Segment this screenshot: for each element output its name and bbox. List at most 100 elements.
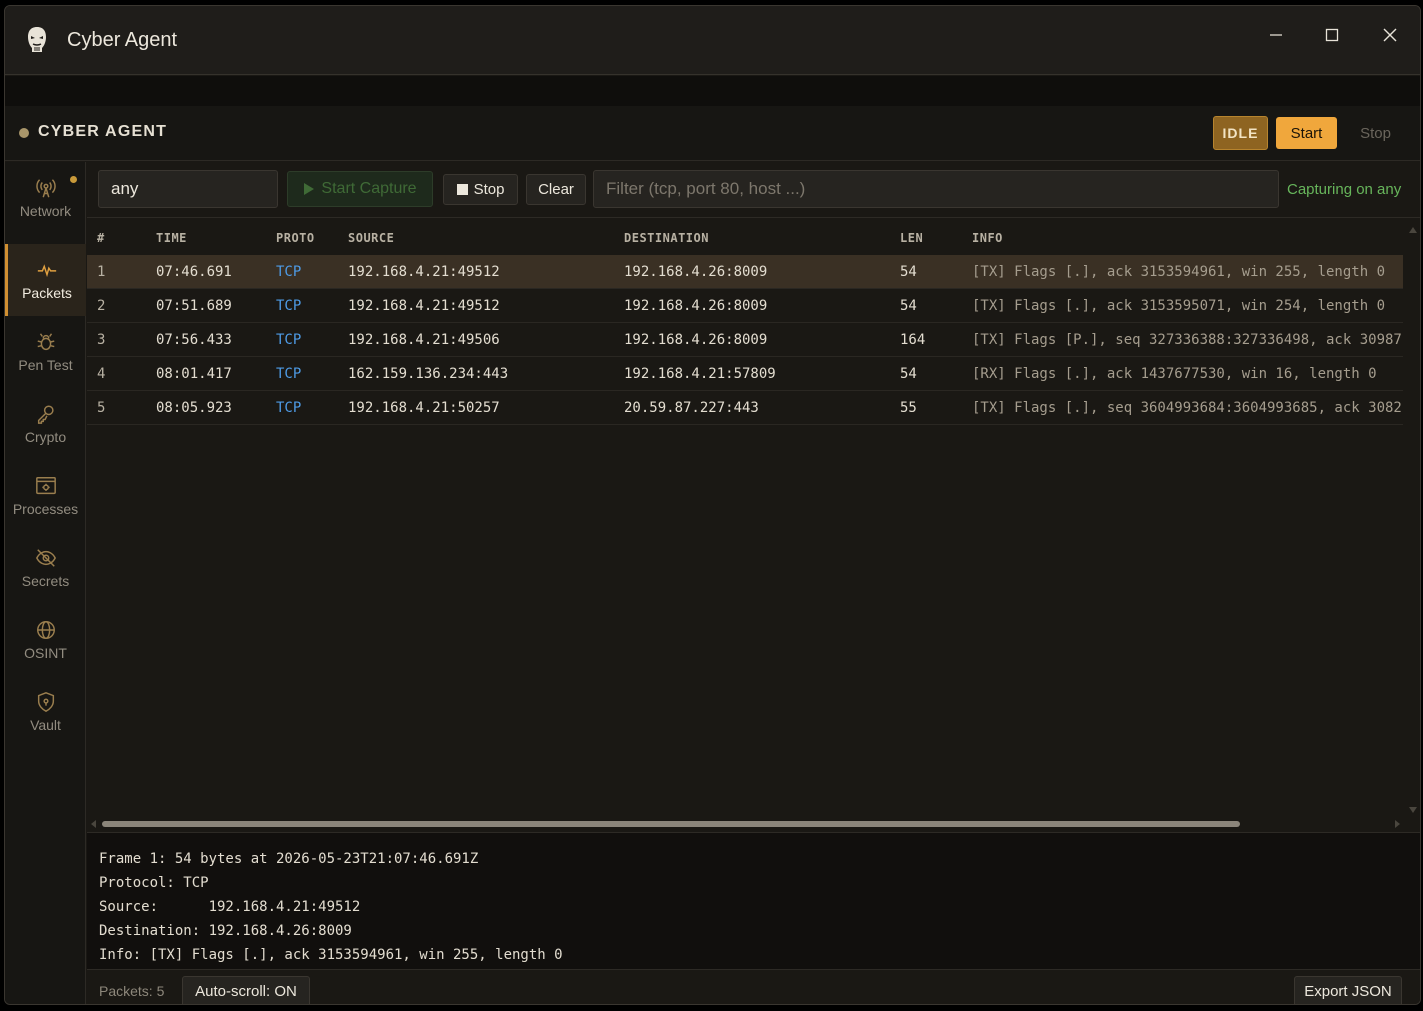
close-icon	[1383, 28, 1397, 42]
sidebar-item-label: Pen Test	[18, 357, 73, 373]
sidebar-item-packets[interactable]: Packets	[5, 244, 86, 316]
maximize-button[interactable]	[1317, 20, 1347, 50]
cell-time: 07:56.433	[156, 332, 232, 348]
sidebar-item-secrets[interactable]: Secrets	[5, 532, 86, 604]
cell-len: 54	[900, 366, 917, 382]
sidebar-item-pen-test[interactable]: Pen Test	[5, 316, 86, 388]
shield-lock-icon	[37, 692, 54, 712]
cell-source: 162.159.136.234:443	[348, 366, 509, 382]
filter-input[interactable]: Filter (tcp, port 80, host ...)	[593, 170, 1279, 208]
minimize-button[interactable]	[1261, 20, 1291, 50]
start-capture-button[interactable]: Start Capture	[287, 171, 433, 207]
cell-proto: TCP	[276, 264, 302, 280]
stop-capture-label: Stop	[473, 181, 505, 198]
cell-destination: 192.168.4.26:8009	[624, 332, 768, 348]
status-badge: IDLE	[1213, 116, 1268, 150]
detail-line-destination: Destination: 192.168.4.26:8009	[99, 923, 352, 939]
cell-destination: 192.168.4.26:8009	[624, 298, 768, 314]
horizontal-scrollbar-thumb[interactable]	[102, 821, 1240, 827]
sidebar-item-processes[interactable]: Processes	[5, 460, 86, 532]
stop-icon	[456, 184, 468, 195]
scroll-up-arrow[interactable]	[1409, 227, 1417, 233]
cell-destination: 192.168.4.21:57809	[624, 366, 776, 382]
pulse-icon	[37, 264, 57, 278]
sidebar-item-label: Crypto	[24, 429, 67, 445]
table-row[interactable]: 5 08:05.923 TCP 192.168.4.21:50257 20.59…	[87, 391, 1403, 425]
interface-input[interactable]: any	[98, 170, 278, 208]
sidebar-item-vault[interactable]: Vault	[5, 676, 86, 748]
maximize-icon	[1325, 28, 1339, 42]
cell-len: 55	[900, 400, 917, 416]
cell-len: 54	[900, 298, 917, 314]
cell-destination: 192.168.4.26:8009	[624, 264, 768, 280]
cell-source: 192.168.4.21:50257	[348, 400, 500, 416]
antenna-icon	[35, 179, 56, 198]
status-indicator-dot	[19, 128, 29, 138]
cell-len: 54	[900, 264, 917, 280]
table-row[interactable]: 1 07:46.691 TCP 192.168.4.21:49512 192.1…	[87, 255, 1403, 289]
cell-info: [TX] Flags [.], ack 3153594961, win 255,…	[972, 264, 1386, 280]
sidebar-item-label: Processes	[12, 501, 79, 517]
stop-button[interactable]: Stop	[1345, 117, 1406, 149]
cell-number: 1	[97, 264, 106, 280]
cell-time: 07:51.689	[156, 298, 232, 314]
notification-dot	[70, 176, 77, 183]
cell-info: [RX] Flags [.], ack 1437677530, win 16, …	[972, 366, 1377, 382]
stop-capture-button[interactable]: Stop	[443, 174, 518, 205]
cell-info: [TX] Flags [.], seq 3604993684:360499368…	[972, 400, 1402, 416]
cell-number: 4	[97, 366, 106, 382]
key-icon	[37, 405, 54, 424]
window-title: Cyber Agent	[67, 29, 178, 51]
cell-time: 08:05.923	[156, 400, 232, 416]
cell-info: [TX] Flags [P.], seq 327336388:327336498…	[972, 332, 1402, 348]
hacker-mask-icon	[28, 27, 46, 52]
minimize-icon	[1270, 34, 1282, 36]
start-button[interactable]: Start	[1276, 117, 1337, 149]
play-icon	[304, 183, 315, 195]
table-row[interactable]: 2 07:51.689 TCP 192.168.4.21:49512 192.1…	[87, 289, 1403, 323]
cell-info: [TX] Flags [.], ack 3153595071, win 254,…	[972, 298, 1386, 314]
clear-button[interactable]: Clear	[526, 174, 586, 205]
cell-source: 192.168.4.21:49512	[348, 264, 500, 280]
capture-toolbar: any Start Capture Stop Clear Filter (tcp…	[87, 162, 1420, 218]
sidebar-item-label: Network	[19, 203, 72, 219]
scroll-left-arrow[interactable]	[91, 820, 96, 828]
sidebar-item-crypto[interactable]: Crypto	[5, 388, 86, 460]
status-footer: Packets: 5 Auto-scroll: ON Export JSON	[87, 970, 1420, 1004]
export-json-button[interactable]: Export JSON	[1294, 976, 1402, 1004]
title-bar[interactable]: Cyber Agent	[5, 6, 1420, 75]
table-header: # TIME PROTO SOURCE DESTINATION LEN INFO	[87, 219, 1403, 255]
app-window: Cyber Agent CYBER AGENT IDLE Start Stop	[4, 5, 1421, 1005]
brand-title: CYBER AGENT	[38, 123, 168, 140]
cell-proto: TCP	[276, 332, 302, 348]
packet-detail-pane: Frame 1: 54 bytes at 2026-05-23T21:07:46…	[87, 832, 1420, 970]
sidebar-item-label: Secrets	[21, 573, 70, 589]
column-header-source[interactable]: SOURCE	[348, 231, 394, 245]
detail-line-protocol: Protocol: TCP	[99, 875, 209, 891]
column-header-destination[interactable]: DESTINATION	[624, 231, 709, 245]
detail-line-frame: Frame 1: 54 bytes at 2026-05-23T21:07:46…	[99, 851, 479, 867]
column-header-number[interactable]: #	[97, 231, 105, 245]
cell-time: 07:46.691	[156, 264, 232, 280]
cell-proto: TCP	[276, 298, 302, 314]
scroll-down-arrow[interactable]	[1409, 807, 1417, 813]
table-row[interactable]: 4 08:01.417 TCP 162.159.136.234:443 192.…	[87, 357, 1403, 391]
column-header-info[interactable]: INFO	[972, 231, 1003, 245]
column-header-time[interactable]: TIME	[156, 231, 187, 245]
packets-panel: any Start Capture Stop Clear Filter (tcp…	[87, 162, 1420, 1004]
start-capture-label: Start Capture	[321, 180, 417, 197]
window-gear-icon	[35, 477, 56, 495]
sidebar-item-osint[interactable]: OSINT	[5, 604, 86, 676]
sidebar-item-network[interactable]: Network	[5, 162, 86, 234]
column-header-proto[interactable]: PROTO	[276, 231, 315, 245]
column-header-len[interactable]: LEN	[900, 231, 923, 245]
table-row[interactable]: 3 07:56.433 TCP 192.168.4.21:49506 192.1…	[87, 323, 1403, 357]
close-button[interactable]	[1375, 20, 1405, 50]
scroll-right-arrow[interactable]	[1395, 820, 1400, 828]
detail-line-info: Info: [TX] Flags [.], ack 3153594961, wi…	[99, 947, 563, 963]
menu-band	[5, 76, 1420, 106]
sidebar: Network Packets Pen Test Crypto Processe…	[5, 162, 86, 1004]
packet-table: # TIME PROTO SOURCE DESTINATION LEN INFO…	[87, 219, 1420, 831]
cell-number: 2	[97, 298, 106, 314]
autoscroll-toggle[interactable]: Auto-scroll: ON	[182, 976, 310, 1004]
